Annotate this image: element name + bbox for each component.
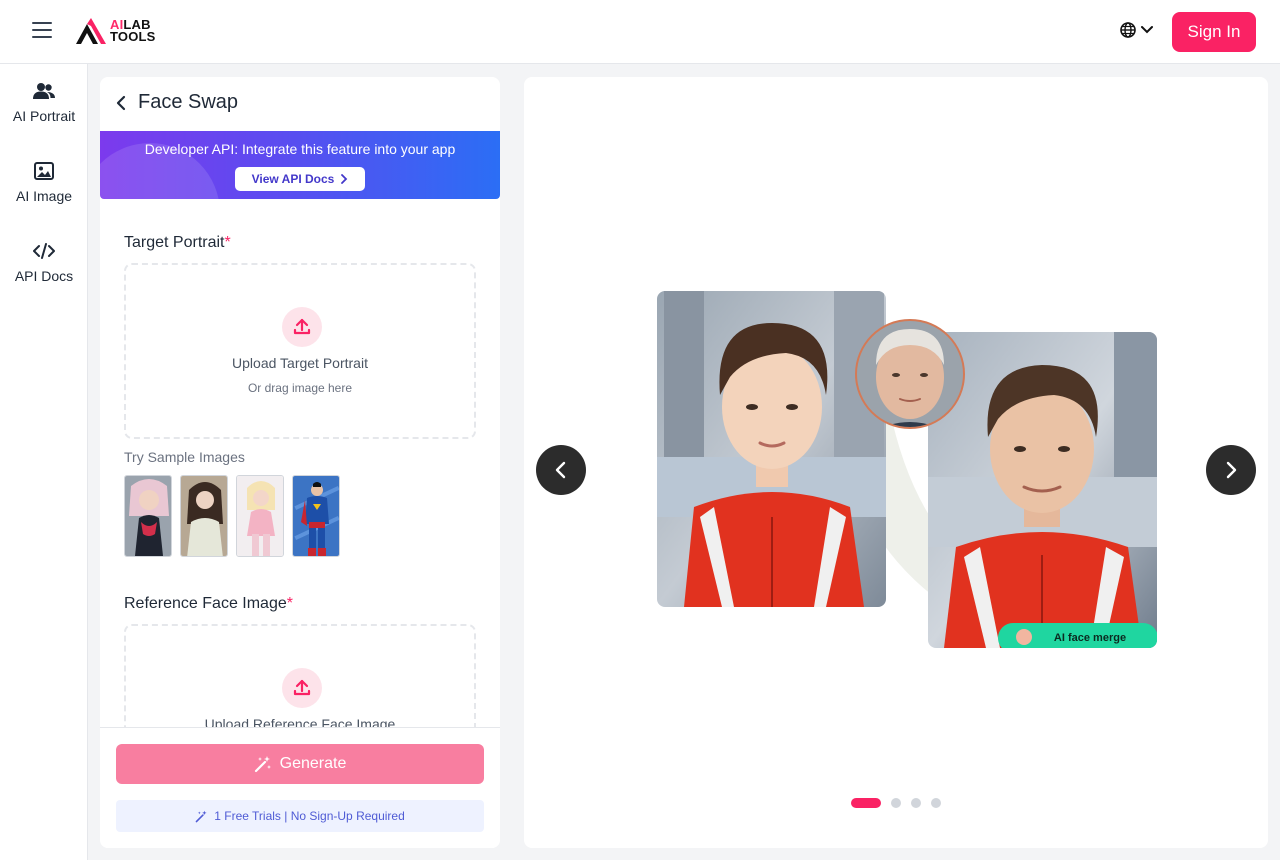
upload-subtitle: Or drag image here xyxy=(247,381,353,395)
required-marker: * xyxy=(286,595,293,612)
menu-icon[interactable] xyxy=(32,22,52,42)
sidebar-item-label: AI Image xyxy=(15,188,73,204)
face-swap-panel: Face Swap Developer API: Integrate this … xyxy=(100,77,500,848)
logo-mark-icon xyxy=(76,18,106,44)
users-icon xyxy=(33,83,55,99)
panel-header: Face Swap xyxy=(114,91,238,114)
free-trial-text: 1 Free Trials | No Sign-Up Required xyxy=(214,809,405,823)
face-swap-example-image: AI face merge xyxy=(657,291,1157,648)
sidebar-item-api-docs[interactable]: API Docs xyxy=(0,242,88,284)
target-portrait-label-text: Target Portrait xyxy=(124,234,225,251)
generate-button[interactable]: Generate xyxy=(116,744,484,784)
try-sample-label: Try Sample Images xyxy=(124,449,245,465)
logo[interactable]: AILAB TOOLS xyxy=(76,18,156,44)
image-icon xyxy=(34,162,54,180)
carousel-pagination xyxy=(851,798,941,808)
reference-face-label-text: Reference Face Image xyxy=(124,595,287,612)
sample-image-2[interactable] xyxy=(180,475,228,557)
magic-wand-icon xyxy=(254,756,271,773)
developer-api-banner: Developer API: Integrate this feature in… xyxy=(100,131,500,199)
target-portrait-label: Target Portrait* xyxy=(124,234,231,252)
carousel-next-button[interactable] xyxy=(1206,445,1256,495)
panel-footer: Generate 1 Free Trials | No Sign-Up Requ… xyxy=(100,727,500,848)
page-title: Face Swap xyxy=(138,91,239,113)
sign-in-button[interactable]: Sign In xyxy=(1172,12,1256,52)
sidebar-item-label: API Docs xyxy=(14,268,74,284)
upload-icon-wrapper xyxy=(282,307,322,347)
globe-icon xyxy=(1120,22,1136,38)
logo-tools: TOOLS xyxy=(110,29,156,44)
generate-label: Generate xyxy=(279,755,347,772)
view-api-docs-button[interactable]: View API Docs xyxy=(235,167,365,191)
upload-title: Upload Target Portrait xyxy=(232,355,368,371)
reference-face-label: Reference Face Image* xyxy=(124,595,293,613)
chevron-left-icon xyxy=(555,461,566,479)
carousel-dot[interactable] xyxy=(891,798,901,808)
left-sidebar: AI Portrait AI Image API Docs xyxy=(0,64,88,860)
chevron-right-icon xyxy=(1226,461,1237,479)
banner-text: Developer API: Integrate this feature in… xyxy=(144,141,456,157)
sample-image-4[interactable] xyxy=(292,475,340,557)
sample-images xyxy=(124,475,340,557)
required-marker: * xyxy=(224,234,231,251)
magic-wand-icon xyxy=(195,810,207,822)
sample-image-3[interactable] xyxy=(236,475,284,557)
free-trial-info: 1 Free Trials | No Sign-Up Required xyxy=(116,800,484,832)
language-selector[interactable] xyxy=(1120,22,1154,38)
sidebar-item-ai-image[interactable]: AI Image xyxy=(0,162,88,204)
chevron-down-icon xyxy=(1141,26,1153,34)
top-header: AILAB TOOLS Sign In xyxy=(0,0,1280,64)
upload-icon-wrapper xyxy=(282,668,322,708)
upload-icon xyxy=(293,318,311,335)
code-icon xyxy=(33,243,55,259)
sidebar-item-label: AI Portrait xyxy=(12,108,76,124)
upload-icon xyxy=(293,679,311,696)
carousel-dot[interactable] xyxy=(931,798,941,808)
preview-carousel: AI face merge xyxy=(524,77,1268,848)
carousel-dot[interactable] xyxy=(851,798,881,808)
view-api-docs-label: View API Docs xyxy=(251,172,335,186)
target-portrait-dropzone[interactable]: Upload Target Portrait Or drag image her… xyxy=(124,263,476,439)
logo-text: AILAB TOOLS xyxy=(110,18,156,44)
chevron-right-icon xyxy=(341,174,348,184)
carousel-dot[interactable] xyxy=(911,798,921,808)
ai-face-merge-badge: AI face merge xyxy=(1054,632,1126,644)
carousel-prev-button[interactable] xyxy=(536,445,586,495)
back-arrow-icon[interactable] xyxy=(114,95,128,111)
sample-image-1[interactable] xyxy=(124,475,172,557)
sidebar-item-ai-portrait[interactable]: AI Portrait xyxy=(0,82,88,124)
